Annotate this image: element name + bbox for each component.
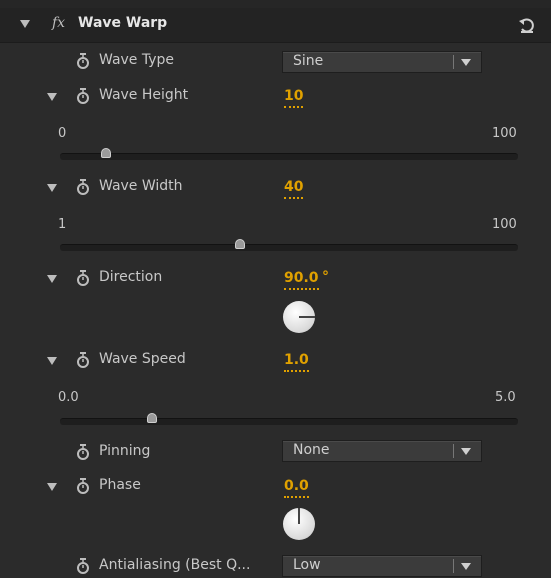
direction-unit: ° <box>322 269 329 285</box>
pinning-value: None <box>293 442 330 458</box>
wave-speed-slider[interactable] <box>60 413 518 425</box>
effect-header[interactable]: fx Wave Warp <box>0 8 551 43</box>
slider-thumb[interactable] <box>235 239 246 249</box>
stopwatch-icon[interactable] <box>75 87 91 105</box>
stopwatch-icon[interactable] <box>75 178 91 196</box>
twirl-down-icon[interactable] <box>47 184 57 192</box>
pinning-row: Pinning None <box>0 440 551 468</box>
slider-thumb[interactable] <box>100 148 111 158</box>
antialiasing-value: Low <box>293 557 321 573</box>
slider-thumb[interactable] <box>146 413 157 423</box>
direction-label: Direction <box>99 269 163 285</box>
wave-speed-min: 0.0 <box>58 390 79 405</box>
fx-icon[interactable]: fx <box>52 15 65 31</box>
chevron-down-icon[interactable] <box>461 448 471 455</box>
wave-height-min: 0 <box>58 126 67 141</box>
dial-needle <box>299 316 315 318</box>
twirl-down-icon[interactable] <box>47 357 57 365</box>
wave-width-row: Wave Width 40 <box>0 175 551 203</box>
dropdown-separator <box>453 444 454 458</box>
phase-dial[interactable] <box>283 508 315 540</box>
wave-height-max: 100 <box>492 126 517 141</box>
stopwatch-icon[interactable] <box>75 351 91 369</box>
stopwatch-icon[interactable] <box>75 52 91 70</box>
dropdown-separator <box>453 559 454 573</box>
antialiasing-label: Antialiasing (Best Q... <box>99 557 251 573</box>
antialiasing-dropdown[interactable]: Low <box>282 555 482 577</box>
chevron-down-icon[interactable] <box>461 563 471 570</box>
twirl-down-icon[interactable] <box>47 275 57 283</box>
wave-speed-label: Wave Speed <box>99 351 186 367</box>
antialiasing-row: Antialiasing (Best Q... Low <box>0 554 551 578</box>
wave-width-min: 1 <box>58 217 67 232</box>
wave-width-label: Wave Width <box>99 178 183 194</box>
dial-needle <box>298 508 300 524</box>
panel-top-edge <box>0 0 551 8</box>
wave-width-value[interactable]: 40 <box>284 178 304 199</box>
dropdown-separator <box>453 55 454 69</box>
wave-speed-max: 5.0 <box>495 390 516 405</box>
direction-row: Direction 90.0 ° <box>0 266 551 294</box>
twirl-down-icon[interactable] <box>20 20 30 28</box>
pinning-label: Pinning <box>99 443 151 459</box>
wave-height-value[interactable]: 10 <box>284 87 304 108</box>
wave-speed-row: Wave Speed 1.0 <box>0 348 551 376</box>
effect-title: Wave Warp <box>78 15 168 31</box>
wave-type-row: Wave Type Sine <box>0 48 551 76</box>
effect-controls-panel: fx Wave Warp Wave Type Sine Wave Height … <box>0 0 551 578</box>
wave-speed-value[interactable]: 1.0 <box>284 351 309 372</box>
phase-label: Phase <box>99 477 141 493</box>
phase-row: Phase 0.0 <box>0 474 551 502</box>
phase-value[interactable]: 0.0 <box>284 477 309 498</box>
wave-type-dropdown[interactable]: Sine <box>282 51 482 73</box>
stopwatch-icon[interactable] <box>75 477 91 495</box>
chevron-down-icon[interactable] <box>461 59 471 66</box>
stopwatch-icon[interactable] <box>75 269 91 287</box>
twirl-down-icon[interactable] <box>47 93 57 101</box>
twirl-down-icon[interactable] <box>47 483 57 491</box>
reset-icon[interactable] <box>518 16 536 34</box>
wave-type-label: Wave Type <box>99 52 175 68</box>
wave-width-slider[interactable] <box>60 239 518 251</box>
wave-height-row: Wave Height 10 <box>0 84 551 112</box>
stopwatch-icon[interactable] <box>75 443 91 461</box>
wave-type-value: Sine <box>293 53 324 69</box>
direction-dial[interactable] <box>283 301 315 333</box>
wave-height-slider[interactable] <box>60 148 518 160</box>
wave-width-max: 100 <box>492 217 517 232</box>
wave-height-label: Wave Height <box>99 87 189 103</box>
direction-value[interactable]: 90.0 <box>284 269 319 290</box>
pinning-dropdown[interactable]: None <box>282 440 482 462</box>
stopwatch-icon[interactable] <box>75 557 91 575</box>
